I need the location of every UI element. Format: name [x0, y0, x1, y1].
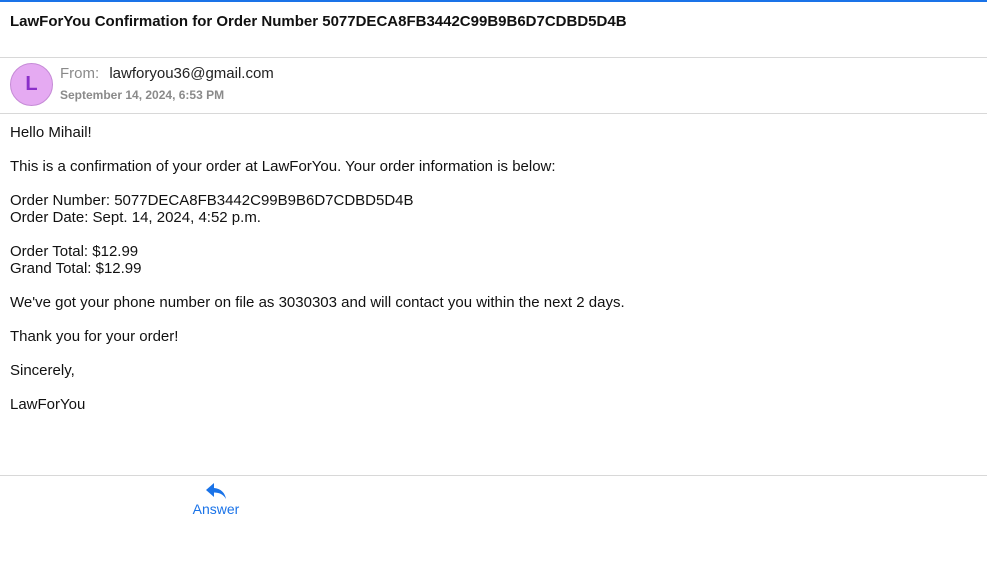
- phone-note-line: We've got your phone number on file as 3…: [10, 294, 625, 311]
- closing-line: Sincerely,: [10, 362, 75, 379]
- thanks-line: Thank you for your order!: [10, 328, 179, 345]
- order-total-line: Order Total: $12.99: [10, 243, 139, 260]
- intro-line: This is a confirmation of your order at …: [10, 158, 556, 175]
- signature-line: LawForYou: [10, 396, 86, 413]
- from-label: From:: [60, 65, 100, 82]
- from-row: From: lawforyou36@gmail.com: [60, 65, 274, 82]
- sender-avatar: L: [10, 63, 53, 106]
- email-date: September 14, 2024, 6:53 PM: [60, 88, 225, 102]
- order-number-line: Order Number: 5077DECA8FB3442C99B9B6D7CD…: [10, 192, 414, 209]
- order-date-line: Order Date: Sept. 14, 2024, 4:52 p.m.: [10, 209, 261, 226]
- answer-label: Answer: [192, 501, 240, 517]
- answer-button[interactable]: Answer: [186, 481, 246, 521]
- greeting-line: Hello Mihail!: [10, 124, 92, 141]
- sender-divider: [0, 113, 987, 114]
- sender-email[interactable]: lawforyou36@gmail.com: [109, 65, 273, 82]
- header-divider: [0, 57, 987, 58]
- footer-divider: [0, 475, 987, 476]
- reply-icon: [206, 483, 226, 499]
- email-subject: LawForYou Confirmation for Order Number …: [10, 13, 627, 30]
- grand-total-line: Grand Total: $12.99: [10, 260, 142, 277]
- top-accent-bar: [0, 0, 987, 2]
